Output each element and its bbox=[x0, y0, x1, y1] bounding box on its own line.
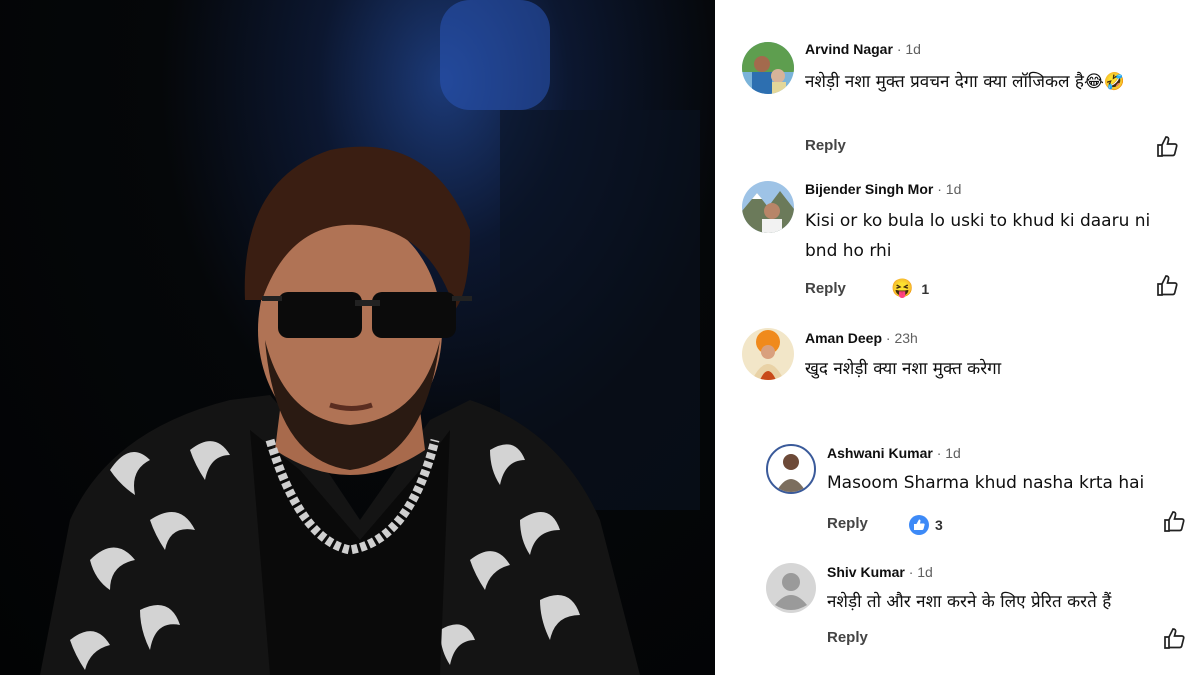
like-button[interactable] bbox=[1155, 274, 1179, 298]
comment-time: · 1d bbox=[936, 445, 961, 461]
comment-text: नशेड़ी नशा मुक्त प्रवचन देगा क्या लॉजिकल… bbox=[805, 72, 1125, 92]
comment-author[interactable]: Aman Deep · 23h bbox=[805, 330, 918, 346]
avatar[interactable] bbox=[742, 42, 794, 94]
avatar[interactable] bbox=[742, 328, 794, 380]
comment-time: · 1d bbox=[937, 181, 962, 197]
comment: Bijender Singh Mor · 1d Kisi or ko bula … bbox=[715, 170, 1200, 320]
comment-text: Kisi or ko bula lo uski to khud ki daaru… bbox=[805, 211, 1151, 261]
comment: Aman Deep · 23h खुद नशेड़ी क्या नशा मुक्… bbox=[715, 320, 1200, 430]
thumbs-up-icon bbox=[1164, 628, 1185, 649]
reply-button[interactable]: Reply bbox=[827, 515, 868, 532]
thumbs-up-icon bbox=[1157, 275, 1178, 296]
comment-time: · 23h bbox=[885, 330, 918, 346]
comment: Arvind Nagar · 1d नशेड़ी नशा मुक्त प्रवच… bbox=[715, 0, 1200, 170]
thumbs-up-icon bbox=[1157, 136, 1178, 157]
comment-time: · 1d bbox=[896, 41, 921, 57]
person-photo bbox=[40, 0, 700, 675]
avatar[interactable] bbox=[742, 181, 794, 233]
reply-comment: Ashwani Kumar · 1d Masoom Sharma khud na… bbox=[715, 430, 1200, 560]
reply-button[interactable]: Reply bbox=[805, 137, 846, 154]
comment-author[interactable]: Bijender Singh Mor · 1d bbox=[805, 181, 961, 197]
comment-text: नशेड़ी तो और नशा करने के लिए प्रेरित करत… bbox=[827, 592, 1112, 612]
reply-comment: Shiv Kumar · 1d नशेड़ी तो और नशा करने के… bbox=[715, 560, 1200, 675]
avatar-photo-icon bbox=[742, 191, 794, 233]
like-button[interactable] bbox=[1162, 627, 1186, 651]
avatar-photo-icon bbox=[752, 330, 784, 380]
avatar-photo-icon bbox=[742, 42, 794, 94]
avatar[interactable] bbox=[766, 444, 816, 494]
avatar[interactable] bbox=[766, 563, 816, 613]
like-button[interactable] bbox=[1155, 135, 1179, 159]
reaction-emoji: 😝 bbox=[891, 278, 914, 298]
reaction-badge: 😝 1 bbox=[891, 278, 929, 299]
like-count: 3 bbox=[935, 517, 943, 533]
thumbs-up-icon bbox=[1164, 511, 1185, 532]
comment-author[interactable]: Shiv Kumar · 1d bbox=[827, 564, 933, 580]
photo-panel bbox=[0, 0, 715, 675]
default-user-icon bbox=[775, 573, 807, 610]
comment-author[interactable]: Arvind Nagar · 1d bbox=[805, 41, 921, 57]
like-button[interactable] bbox=[1162, 510, 1186, 534]
reply-button[interactable]: Reply bbox=[805, 280, 846, 297]
like-count-badge: 3 bbox=[909, 515, 943, 535]
comment-author[interactable]: Ashwani Kumar · 1d bbox=[827, 445, 961, 461]
comments-panel: Arvind Nagar · 1d नशेड़ी नशा मुक्त प्रवच… bbox=[715, 0, 1200, 675]
reply-button[interactable]: Reply bbox=[827, 629, 868, 646]
comment-time: · 1d bbox=[908, 564, 933, 580]
liked-thumbs-up-icon bbox=[909, 515, 929, 535]
comment-text: Masoom Sharma khud nasha krta hai bbox=[827, 473, 1145, 493]
comment-text: खुद नशेड़ी क्या नशा मुक्त करेगा bbox=[805, 359, 1002, 379]
reaction-count: 1 bbox=[921, 281, 930, 297]
avatar-photo-icon bbox=[776, 454, 806, 492]
